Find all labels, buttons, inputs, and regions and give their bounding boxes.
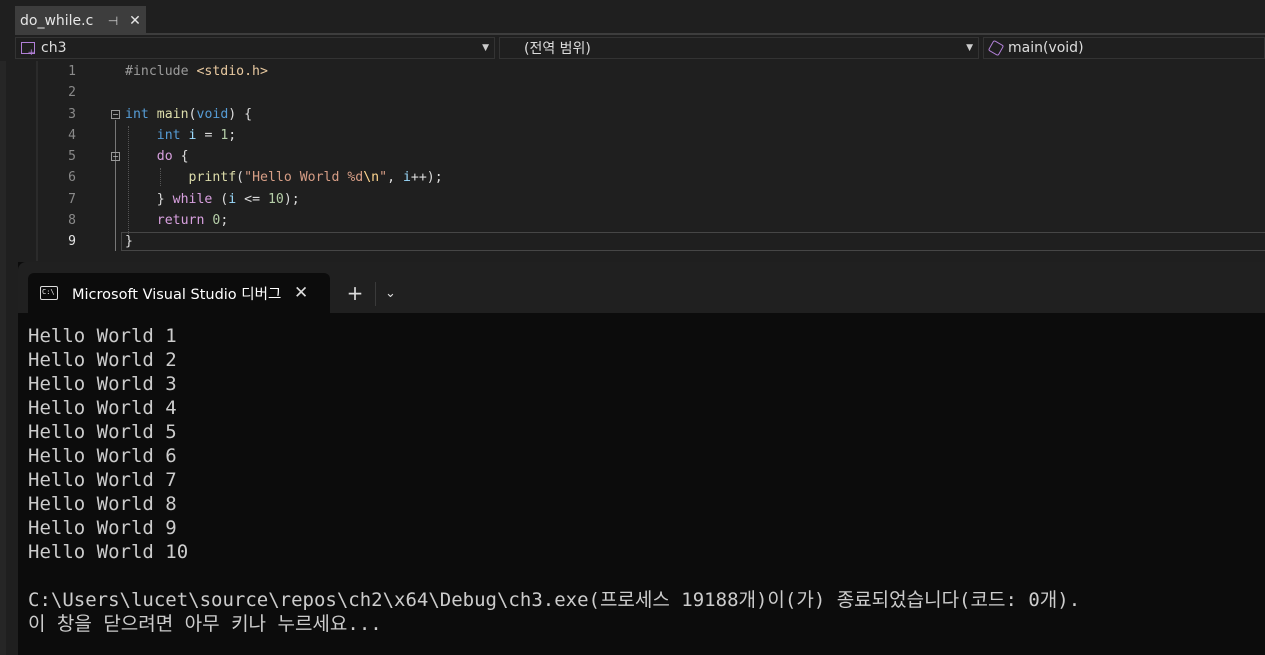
method-cube-icon	[987, 39, 1005, 57]
new-tab-icon[interactable]: +	[345, 280, 365, 306]
punctuation: {	[172, 149, 189, 164]
keyword: int	[156, 128, 181, 143]
code-line: 5 do {	[0, 146, 1265, 167]
punctuation: );	[283, 192, 300, 207]
member-dropdown[interactable]: main(void)	[983, 37, 1265, 59]
chevron-down-icon: ▼	[966, 43, 973, 53]
member-name: main(void)	[1008, 40, 1084, 56]
escape-sequence: \n	[363, 170, 380, 185]
code-text: return 0;	[125, 210, 229, 231]
punctuation: ;	[220, 213, 229, 228]
variable: i	[228, 192, 237, 207]
code-text: do {	[125, 146, 189, 167]
document-tab-do-while[interactable]: do_while.c ⊣ ✕	[15, 6, 146, 33]
code-text: int i = 1;	[125, 125, 236, 146]
project-dropdown[interactable]: ch3 ▼	[15, 37, 495, 59]
output-line: Hello World 5	[28, 421, 177, 443]
output-line: Hello World 6	[28, 445, 177, 467]
function-name: printf	[188, 170, 237, 185]
navigation-bar: ch3 ▼ (전역 범위) ▼ main(void)	[15, 37, 1265, 61]
punctuation: ++);	[410, 170, 443, 185]
terminal-tab[interactable]: C:\ Microsoft Visual Studio 디버그 ✕	[28, 273, 330, 313]
output-line: Hello World 3	[28, 373, 177, 395]
code-text: }	[125, 231, 133, 252]
punctuation: (	[236, 170, 245, 185]
line-number: 8	[68, 213, 76, 228]
line-number: 6	[68, 170, 76, 185]
line-number: 7	[68, 192, 76, 207]
keyword: int	[125, 107, 149, 122]
punctuation: ,	[387, 170, 403, 185]
project-icon	[21, 42, 35, 58]
keyword: void	[196, 107, 229, 122]
debug-console-window[interactable]: C:\ Microsoft Visual Studio 디버그 ✕ + ⌄ He…	[18, 262, 1265, 655]
code-line: 4 int i = 1;	[0, 125, 1265, 146]
function-name: main	[156, 107, 189, 122]
code-line: 9 }	[0, 231, 1265, 252]
close-icon[interactable]: ✕	[294, 283, 308, 303]
punctuation: ;	[228, 128, 237, 143]
terminal-title-bar: C:\ Microsoft Visual Studio 디버그 ✕ + ⌄	[18, 262, 1265, 313]
line-number: 2	[68, 85, 76, 100]
code-text: int main(void) {	[125, 104, 252, 125]
code-text: printf("Hello World %d\n", i++);	[125, 167, 443, 188]
control-keyword: while	[172, 192, 213, 207]
output-line: Hello World 7	[28, 469, 177, 491]
line-number: 1	[68, 64, 76, 79]
control-keyword: return	[156, 213, 205, 228]
command-prompt-icon: C:\	[40, 286, 58, 300]
include-header: <stdio.h>	[196, 64, 268, 79]
tab-underline	[15, 33, 1265, 35]
document-tab-filename: do_while.c	[20, 12, 94, 29]
line-number: 3	[68, 107, 76, 122]
preprocessor-directive: #include	[125, 64, 197, 79]
terminal-tab-title: Microsoft Visual Studio 디버그	[72, 286, 282, 303]
pin-icon[interactable]: ⊣	[106, 14, 120, 28]
terminal-output[interactable]: Hello World 1 Hello World 2 Hello World …	[28, 324, 1258, 636]
code-line: 7 } while (i <= 10);	[0, 189, 1265, 210]
code-line: 2	[0, 82, 1265, 103]
chevron-down-icon: ▼	[482, 43, 489, 53]
output-line: Hello World 4	[28, 397, 177, 419]
output-line: Hello World 1	[28, 325, 177, 347]
scope-name: (전역 범위)	[524, 41, 591, 57]
code-line: 6 printf("Hello World %d\n", i++);	[0, 167, 1265, 188]
string-literal: "Hello World %d	[244, 170, 364, 185]
document-tab-strip: do_while.c ⊣ ✕	[0, 0, 1265, 35]
code-line: 1 #include <stdio.h>	[0, 61, 1265, 82]
code-text: #include <stdio.h>	[125, 61, 268, 82]
punctuation: }	[156, 192, 173, 207]
output-line: Hello World 10	[28, 541, 189, 563]
line-number: 4	[68, 128, 76, 143]
code-line: 8 return 0;	[0, 210, 1265, 231]
process-exit-message: C:\Users\lucet\source\repos\ch2\x64\Debu…	[28, 589, 1081, 611]
punctuation: }	[125, 234, 133, 249]
operator: =	[196, 128, 221, 143]
press-any-key-message: 이 창을 닫으려면 아무 키나 누르세요...	[28, 613, 382, 635]
line-number: 9	[68, 234, 76, 249]
output-line: Hello World 8	[28, 493, 177, 515]
close-tab-icon[interactable]: ✕	[128, 13, 142, 29]
output-line: Hello World 2	[28, 349, 177, 371]
code-line: 3 int main(void) {	[0, 104, 1265, 125]
number: 10	[267, 192, 284, 207]
operator: <=	[236, 192, 268, 207]
project-name: ch3	[41, 40, 67, 56]
code-text: } while (i <= 10);	[125, 189, 300, 210]
variable: i	[402, 170, 411, 185]
string-literal: "	[379, 170, 388, 185]
line-number: 5	[68, 149, 76, 164]
control-keyword: do	[156, 149, 173, 164]
output-line: Hello World 9	[28, 517, 177, 539]
variable: i	[188, 128, 197, 143]
punctuation: (	[188, 107, 197, 122]
chevron-down-icon[interactable]: ⌄	[385, 282, 396, 306]
divider	[375, 282, 376, 306]
punctuation: (	[212, 192, 229, 207]
punctuation: ) {	[228, 107, 253, 122]
scope-dropdown[interactable]: (전역 범위) ▼	[499, 37, 979, 59]
